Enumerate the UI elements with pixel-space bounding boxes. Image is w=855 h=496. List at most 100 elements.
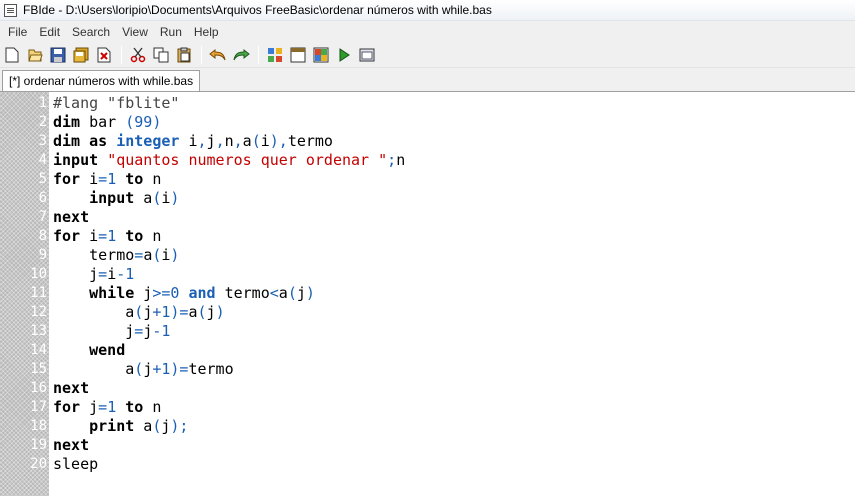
- code-text: j=i-1: [49, 265, 134, 283]
- code-token: ;: [387, 150, 397, 169]
- menu-edit[interactable]: Edit: [33, 25, 66, 39]
- code-token: j: [80, 397, 99, 416]
- line-number: 8: [38, 227, 47, 244]
- code-editor[interactable]: 1 #lang "fblite" 2 dim bar (99) 3 dim as inte…: [0, 91, 855, 496]
- code-token: i: [107, 264, 117, 283]
- code-area[interactable]: 1 #lang "fblite" 2 dim bar (99) 3 dim as inte…: [0, 93, 855, 473]
- code-line[interactable]: 10 j=i-1: [0, 264, 855, 283]
- copy-icon[interactable]: [152, 46, 170, 64]
- code-token: 1: [107, 169, 117, 188]
- code-line[interactable]: 2 dim bar (99): [0, 112, 855, 131]
- menu-file[interactable]: File: [2, 25, 33, 39]
- code-line[interactable]: 14 wend: [0, 340, 855, 359]
- menu-help[interactable]: Help: [188, 25, 225, 39]
- code-token: j: [53, 321, 135, 340]
- code-token: bar: [80, 112, 126, 131]
- code-token: j: [206, 131, 216, 150]
- code-line[interactable]: 9 termo=a(i): [0, 245, 855, 264]
- compile-run-icon[interactable]: [289, 46, 307, 64]
- code-line[interactable]: 19 next: [0, 435, 855, 454]
- code-line[interactable]: 16 next: [0, 378, 855, 397]
- code-token: 1: [107, 397, 117, 416]
- code-token: dim: [53, 131, 81, 150]
- line-number: 7: [38, 208, 47, 225]
- code-line[interactable]: 15 a(j+1)=termo: [0, 359, 855, 378]
- code-token: next: [53, 207, 90, 226]
- code-line[interactable]: 12 a(j+1)=a(j): [0, 302, 855, 321]
- code-line[interactable]: 1 #lang "fblite": [0, 93, 855, 112]
- code-token: <: [269, 283, 279, 302]
- code-line[interactable]: 18 print a(j);: [0, 416, 855, 435]
- save-all-icon[interactable]: [72, 46, 90, 64]
- code-line[interactable]: 7 next: [0, 207, 855, 226]
- code-line[interactable]: 6 input a(i): [0, 188, 855, 207]
- paste-icon[interactable]: [175, 46, 193, 64]
- tab-ordenar-numeros[interactable]: [*] ordenar números with while.bas: [2, 70, 201, 91]
- code-token: j: [53, 264, 99, 283]
- output-window-icon[interactable]: [358, 46, 376, 64]
- code-token: n: [143, 397, 162, 416]
- code-token: j: [206, 302, 216, 321]
- code-token: 1: [161, 321, 171, 340]
- code-token: while: [89, 283, 135, 302]
- code-token: ): [305, 283, 315, 302]
- compile-icon[interactable]: [266, 46, 284, 64]
- menu-run[interactable]: Run: [154, 25, 188, 39]
- code-token: termo: [188, 359, 234, 378]
- new-file-icon[interactable]: [3, 46, 21, 64]
- code-token: j: [143, 302, 153, 321]
- code-token: (: [134, 302, 144, 321]
- code-token: (: [134, 359, 144, 378]
- run-icon[interactable]: [312, 46, 330, 64]
- code-token: termo: [287, 131, 333, 150]
- code-token: >=: [152, 283, 171, 302]
- line-number: 15: [30, 360, 47, 377]
- code-token: for: [53, 397, 81, 416]
- open-file-icon[interactable]: [26, 46, 44, 64]
- line-number: 19: [30, 436, 47, 453]
- code-token: i: [80, 169, 99, 188]
- code-token: a: [143, 245, 153, 264]
- code-line[interactable]: 3 dim as integer i,j,n,a(i),termo: [0, 131, 855, 150]
- line-number: 12: [30, 303, 47, 320]
- code-text: next: [49, 379, 89, 397]
- line-number: 11: [30, 284, 47, 301]
- code-line[interactable]: 20 sleep: [0, 454, 855, 473]
- code-line[interactable]: 11 while j>=0 and termo<a(j): [0, 283, 855, 302]
- menu-search[interactable]: Search: [66, 25, 116, 39]
- redo-icon[interactable]: [232, 46, 250, 64]
- code-token: ,: [197, 131, 207, 150]
- code-token: =: [98, 226, 108, 245]
- code-token: (: [125, 112, 135, 131]
- menu-view[interactable]: View: [116, 25, 154, 39]
- line-number: 13: [30, 322, 47, 339]
- code-token: )=: [170, 359, 189, 378]
- code-line[interactable]: 8 for i=1 to n: [0, 226, 855, 245]
- code-token: ): [152, 112, 162, 131]
- code-text: dim as integer i,j,n,a(i),termo: [49, 132, 333, 150]
- close-file-icon[interactable]: [95, 46, 113, 64]
- run-arrow-icon[interactable]: [335, 46, 353, 64]
- code-token: j: [143, 321, 153, 340]
- save-icon[interactable]: [49, 46, 67, 64]
- code-line[interactable]: 13 j=j-1: [0, 321, 855, 340]
- code-line[interactable]: 5 for i=1 to n: [0, 169, 855, 188]
- code-line[interactable]: 17 for j=1 to n: [0, 397, 855, 416]
- code-token: n: [143, 169, 162, 188]
- code-token: =: [134, 245, 144, 264]
- line-number: 1: [38, 94, 47, 111]
- undo-icon[interactable]: [209, 46, 227, 64]
- code-token: n: [224, 131, 234, 150]
- code-line[interactable]: 4 input "quantos numeros quer ordenar ";n: [0, 150, 855, 169]
- line-number: 10: [30, 265, 47, 282]
- code-token: wend: [89, 340, 126, 359]
- code-token: )=: [170, 302, 189, 321]
- cut-icon[interactable]: [129, 46, 147, 64]
